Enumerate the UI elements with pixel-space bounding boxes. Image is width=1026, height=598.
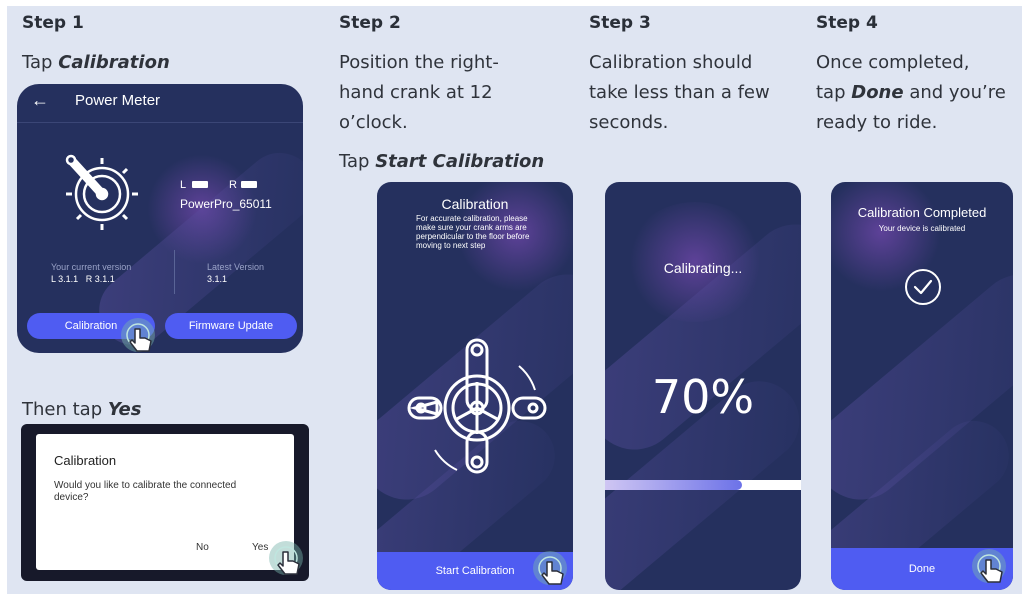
crankset-icon — [65, 154, 138, 230]
tap-gesture-icon — [269, 541, 303, 575]
crank-position-icon — [407, 338, 547, 474]
step3-description: Calibration should take less than a few se… — [589, 52, 770, 133]
tap-gesture-icon — [533, 551, 567, 585]
progress-fill — [605, 480, 743, 490]
progress-track — [605, 480, 801, 490]
battery-icon — [192, 181, 208, 188]
step4-description: Once completed, tap Done and you’re read… — [816, 52, 1006, 133]
dialog-message: Would you like to calibrate the connecte… — [54, 480, 237, 503]
left-battery-label: L — [180, 179, 187, 191]
device-name: PowerPro_65011 — [180, 197, 272, 211]
step4-title: Step 4 — [816, 13, 878, 33]
calibration-completed-screen: Calibration Completed Your device is cal… — [831, 182, 1013, 590]
progress-percent: 70% — [651, 370, 755, 424]
completed-title: Calibration Completed — [857, 205, 987, 220]
dialog-no-button[interactable]: No — [196, 542, 209, 553]
back-arrow-icon[interactable]: ← — [31, 90, 49, 111]
calibration-instructions: For accurate calibration, please make su… — [416, 214, 530, 250]
calibrating-screen: Calibrating... 70% — [605, 182, 801, 590]
firmware-update-button[interactable]: Firmware Update — [165, 313, 297, 339]
battery-icon — [241, 181, 257, 188]
completed-subtitle: Your device is calibrated — [878, 224, 966, 233]
calibration-screen: Calibration For accurate calibration, pl… — [377, 182, 573, 590]
tap-gesture-icon — [972, 549, 1006, 583]
right-battery-label: R — [229, 179, 237, 191]
dialog-title: Calibration — [54, 453, 117, 468]
tap-gesture-icon — [121, 318, 155, 352]
calibrating-status: Calibrating... — [663, 260, 743, 276]
checkmark-icon — [905, 269, 941, 305]
step2-description: Position the right-hand crank at 12 o’clo… — [339, 52, 499, 133]
latest-version-value: 3.1.1 — [207, 274, 228, 284]
step3-title: Step 3 — [589, 13, 651, 33]
latest-version-label: Latest Version — [207, 262, 265, 272]
calibration-dialog: Calibration Would you like to calibrate … — [36, 434, 294, 570]
step2-title: Step 2 — [339, 13, 401, 33]
power-meter-screen: ← Power Meter L R PowerPro_65011 Your cu… — [17, 84, 303, 353]
step2-instruction: Tap Start Calibration — [339, 151, 545, 172]
step1-followup-instruction: Then tap Yes — [22, 399, 142, 420]
screen-header: Power Meter — [75, 92, 161, 109]
current-version-label: Your current version — [51, 262, 132, 272]
step1-title: Step 1 — [22, 13, 84, 33]
step1-instruction: Tap Calibration — [22, 52, 170, 73]
calibration-title: Calibration — [441, 196, 509, 212]
current-version-value: L 3.1.1 R 3.1.1 — [51, 274, 115, 284]
